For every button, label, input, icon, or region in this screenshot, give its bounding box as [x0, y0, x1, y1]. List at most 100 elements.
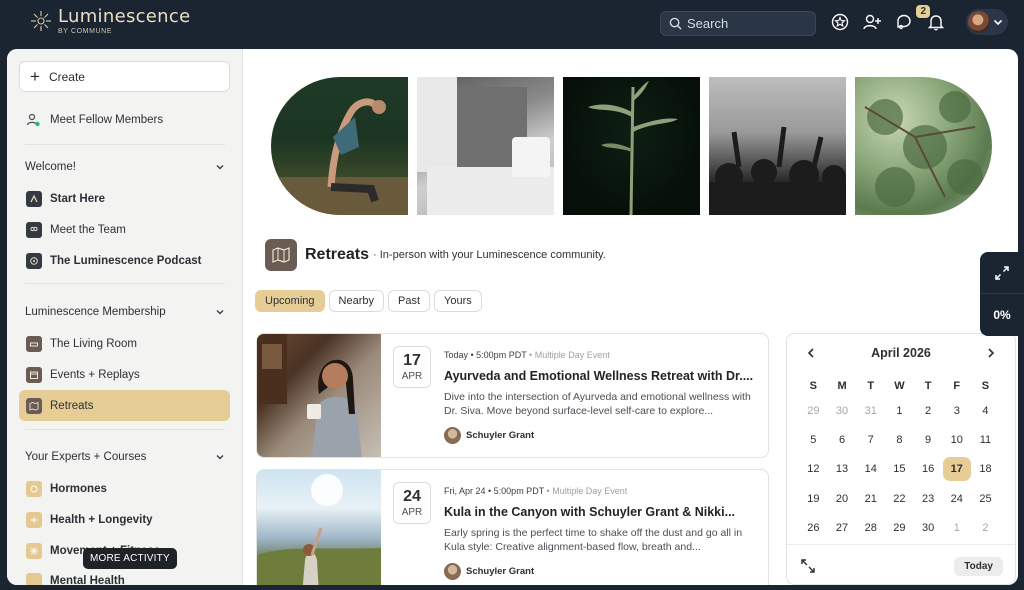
calendar-day[interactable]: 8 [885, 425, 914, 454]
messages-icon[interactable]: 2 [894, 5, 930, 32]
calendar-day[interactable]: 30 [828, 396, 857, 425]
chevron-right-icon[interactable] [985, 347, 997, 359]
calendar-day[interactable]: 25 [971, 484, 1000, 513]
members-icon [26, 112, 42, 128]
sidebar-item-retreats[interactable]: Retreats [19, 390, 230, 421]
calendar-day[interactable]: 14 [856, 455, 885, 484]
today-button[interactable]: Today [954, 557, 1003, 576]
calendar-day-label: 2 [925, 404, 932, 417]
event-card[interactable]: 17 APR Today • 5:00pm PDT • Multiple Day… [256, 333, 769, 458]
expand-icon[interactable] [801, 559, 815, 573]
calendar-day[interactable]: 16 [914, 455, 943, 484]
calendar-day[interactable]: 2 [971, 513, 1000, 542]
sidebar-item-meet-team[interactable]: Meet the Team [19, 214, 230, 245]
create-button[interactable]: + Create [19, 61, 230, 92]
calendar-day[interactable]: 4 [971, 396, 1000, 425]
page-title: Retreats [305, 246, 370, 263]
date-badge: 17 APR [393, 346, 431, 388]
calendar-day[interactable]: 10 [942, 425, 971, 454]
event-host[interactable]: Schuyler Grant [444, 427, 534, 444]
calendar-day[interactable]: 6 [828, 425, 857, 454]
sidebar-item-events[interactable]: Events + Replays [19, 359, 230, 390]
brand-logo[interactable]: Luminescence BY COMMUNE [30, 8, 190, 35]
sidebar-item-podcast[interactable]: The Luminescence Podcast [19, 245, 230, 276]
progress-value: 0% [993, 308, 1011, 322]
calendar-day[interactable]: 30 [914, 513, 943, 542]
calendar-day[interactable]: 18 [971, 455, 1000, 484]
tab-yours[interactable]: Yours [434, 290, 482, 312]
calendar-day[interactable]: 27 [828, 513, 857, 542]
event-card[interactable]: 24 APR Fri, Apr 24 • 5:00pm PDT • Multip… [256, 469, 769, 585]
calendar-day-label: 15 [893, 463, 906, 476]
health-icon [26, 511, 42, 528]
sidebar-item-meet-members[interactable]: Meet Fellow Members [19, 104, 230, 135]
calendar-day[interactable]: 20 [828, 484, 857, 513]
calendar-day[interactable]: 17 [942, 455, 971, 484]
calendar-day[interactable]: 2 [914, 396, 943, 425]
calendar-day[interactable]: 9 [914, 425, 943, 454]
user-menu[interactable] [966, 9, 1008, 35]
section-membership[interactable]: Luminescence Membership [25, 306, 225, 318]
collapse-widget[interactable] [980, 252, 1024, 294]
calendar-day-label: 9 [925, 433, 932, 446]
sidebar-item-living-room[interactable]: The Living Room [19, 328, 230, 359]
calendar-day[interactable]: 15 [885, 455, 914, 484]
add-person-icon[interactable] [862, 12, 882, 32]
calendar-day[interactable]: 29 [799, 396, 828, 425]
chevron-left-icon[interactable] [805, 347, 817, 359]
sidebar-item-label: Meet the Team [50, 223, 126, 236]
event-title[interactable]: Ayurveda and Emotional Wellness Retreat … [444, 369, 759, 383]
calendar-day[interactable]: 3 [942, 396, 971, 425]
calendar-day[interactable]: 28 [856, 513, 885, 542]
avatar [444, 427, 461, 444]
calendar-day[interactable]: 12 [799, 455, 828, 484]
sidebar-item-hormones[interactable]: Hormones [19, 473, 230, 504]
calendar-icon [26, 366, 42, 383]
calendar-day[interactable]: 24 [942, 484, 971, 513]
calendar-day-label: 17 [942, 457, 971, 482]
divider [25, 283, 225, 284]
search-input[interactable]: Search [660, 11, 816, 36]
calendar-day[interactable]: 22 [885, 484, 914, 513]
main-content: Retreats · In-person with your Luminesce… [244, 49, 1018, 585]
star-badge-icon[interactable] [830, 12, 850, 32]
calendar-day-label: 13 [835, 463, 849, 476]
tab-nearby[interactable]: Nearby [328, 290, 384, 312]
progress-widget[interactable]: 0% [980, 252, 1024, 336]
tab-past[interactable]: Past [388, 290, 431, 312]
calendar-day[interactable]: 11 [971, 425, 1000, 454]
calendar-day[interactable]: 26 [799, 513, 828, 542]
calendar-day[interactable]: 29 [885, 513, 914, 542]
calendar-day[interactable]: 1 [885, 396, 914, 425]
calendar-day[interactable]: 31 [856, 396, 885, 425]
sidebar-item-start-here[interactable]: Start Here [19, 183, 230, 214]
date-month: APR [401, 371, 423, 382]
sidebar-item-health[interactable]: Health + Longevity [19, 504, 230, 535]
calendar-day[interactable]: 21 [856, 484, 885, 513]
sidebar-item-label: Meet Fellow Members [50, 113, 164, 126]
calendar-day-label: 4 [982, 404, 989, 417]
divider [25, 144, 225, 145]
more-activity-tooltip[interactable]: MORE ACTIVITY [83, 548, 177, 569]
calendar-day-label: 3 [953, 404, 960, 417]
bell-icon[interactable] [926, 12, 946, 32]
section-welcome[interactable]: Welcome! [25, 161, 225, 173]
top-bar: Luminescence BY COMMUNE Search 2 [0, 0, 1024, 48]
calendar-day[interactable]: 13 [828, 455, 857, 484]
tab-upcoming[interactable]: Upcoming [255, 290, 325, 312]
event-meta: Fri, Apr 24 • 5:00pm PDT • Multiple Day … [444, 486, 627, 496]
section-experts[interactable]: Your Experts + Courses [25, 451, 225, 463]
calendar-day[interactable]: 23 [914, 484, 943, 513]
calendar-day[interactable]: 7 [856, 425, 885, 454]
chevron-down-icon [993, 19, 1003, 26]
calendar-day-label: 27 [835, 521, 849, 534]
event-title[interactable]: Kula in the Canyon with Schuyler Grant &… [444, 505, 759, 519]
calendar-day[interactable]: 1 [942, 513, 971, 542]
calendar-day[interactable]: 19 [799, 484, 828, 513]
calendar-day-label: 14 [864, 463, 877, 476]
event-host[interactable]: Schuyler Grant [444, 563, 534, 580]
sidebar: + Create Meet Fellow Members Welcome! St… [7, 49, 243, 585]
calendar-day[interactable]: 5 [799, 425, 828, 454]
section-title: Luminescence Membership [25, 306, 166, 318]
banner-photo-crowd [709, 77, 846, 215]
